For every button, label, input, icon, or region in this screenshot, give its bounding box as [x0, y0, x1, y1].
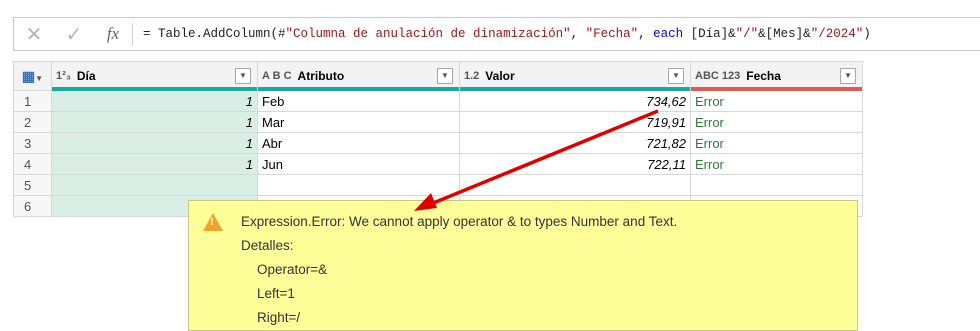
formula-bar[interactable]: ✕ ✓ fx = Table.AddColumn(#"Columna de an… — [13, 17, 980, 51]
formula-part: = Table.AddColumn(# — [143, 27, 286, 41]
row-number[interactable]: 2 — [13, 111, 52, 133]
formula-text[interactable]: = Table.AddColumn(#"Columna de anulación… — [133, 27, 871, 41]
table-icon: ▦ — [21, 67, 36, 84]
cell-dia[interactable]: 1 — [51, 111, 258, 133]
row-number[interactable]: 6 — [13, 195, 52, 217]
cell-atributo[interactable] — [257, 174, 460, 196]
cell-valor[interactable] — [459, 174, 691, 196]
cell-dia[interactable]: 1 — [51, 132, 258, 154]
column-quality-bar — [52, 87, 257, 91]
detail-operator: Operator=& — [257, 262, 328, 277]
column-label: Fecha — [746, 69, 781, 83]
formula-string: "/" — [735, 27, 759, 41]
formula-part: &[Mes]& — [758, 27, 811, 41]
cell-fecha-error[interactable] — [690, 174, 863, 196]
warning-icon: ! — [203, 213, 223, 231]
column-header-fecha[interactable]: ABC 123 Fecha ▼ — [690, 61, 863, 91]
decimal-type-icon[interactable]: 1.2 — [464, 70, 479, 82]
cell-valor[interactable]: 722,11 — [459, 153, 691, 175]
data-grid: ▦▼ 1²₃ Día ▼ A B C Atributo ▼ 1.2 Valor ▼ A… — [13, 61, 863, 217]
cell-valor[interactable]: 734,62 — [459, 90, 691, 112]
table-row: 5 — [13, 174, 863, 196]
confirm-icon[interactable]: ✓ — [54, 22, 94, 46]
row-number[interactable]: 5 — [13, 174, 52, 196]
formula-part: [Día]& — [683, 27, 736, 41]
table-menu-button[interactable]: ▦▼ — [13, 61, 52, 91]
details-label: Detalles: — [241, 238, 294, 253]
cell-valor[interactable]: 721,82 — [459, 132, 691, 154]
detail-left: Left=1 — [257, 286, 295, 301]
column-quality-bar — [460, 87, 690, 91]
filter-dropdown-icon[interactable]: ▼ — [840, 68, 856, 84]
filter-dropdown-icon[interactable]: ▼ — [668, 68, 684, 84]
formula-string: "/2024" — [810, 27, 864, 41]
cell-dia[interactable]: 1 — [51, 153, 258, 175]
column-header-atributo[interactable]: A B C Atributo ▼ — [257, 61, 460, 91]
error-tooltip: ! Expression.Error: We cannot apply oper… — [188, 200, 858, 331]
row-number[interactable]: 3 — [13, 132, 52, 154]
cell-atributo[interactable]: Feb — [257, 90, 460, 112]
table-row: 4 1 Jun 722,11 Error — [13, 153, 863, 175]
fx-icon[interactable]: fx — [94, 23, 133, 45]
formula-keyword: each — [653, 27, 684, 41]
formula-part: , — [638, 27, 654, 41]
filter-dropdown-icon[interactable]: ▼ — [235, 68, 251, 84]
formula-part: , — [570, 27, 586, 41]
row-number[interactable]: 1 — [13, 90, 52, 112]
cancel-icon[interactable]: ✕ — [14, 22, 54, 46]
filter-dropdown-icon[interactable]: ▼ — [437, 68, 453, 84]
column-quality-bar — [691, 87, 862, 91]
number-type-icon[interactable]: 1²₃ — [56, 70, 71, 82]
column-label: Valor — [485, 69, 515, 83]
cell-atributo[interactable]: Jun — [257, 153, 460, 175]
chevron-down-icon: ▼ — [35, 73, 44, 83]
cell-atributo[interactable]: Mar — [257, 111, 460, 133]
column-quality-bar — [258, 87, 459, 91]
cell-atributo[interactable]: Abr — [257, 132, 460, 154]
formula-string: "Fecha" — [585, 27, 639, 41]
cell-dia[interactable]: 1 — [51, 90, 258, 112]
table-row: 2 1 Mar 719,91 Error — [13, 111, 863, 133]
column-header-valor[interactable]: 1.2 Valor ▼ — [459, 61, 691, 91]
table-row: 1 1 Feb 734,62 Error — [13, 90, 863, 112]
cell-fecha-error[interactable]: Error — [690, 132, 863, 154]
cell-fecha-error[interactable]: Error — [690, 111, 863, 133]
text-type-icon[interactable]: A B C — [262, 70, 292, 82]
formula-string: "Columna de anulación de dinamización" — [285, 27, 571, 41]
row-number[interactable]: 4 — [13, 153, 52, 175]
cell-valor[interactable]: 719,91 — [459, 111, 691, 133]
any-type-icon[interactable]: ABC 123 — [695, 70, 740, 82]
table-row: 3 1 Abr 721,82 Error — [13, 132, 863, 154]
cell-fecha-error[interactable]: Error — [690, 90, 863, 112]
column-label: Día — [76, 69, 96, 83]
column-label: Atributo — [297, 69, 345, 83]
cell-dia[interactable] — [51, 174, 258, 196]
column-header-dia[interactable]: 1²₃ Día ▼ — [51, 61, 258, 91]
detail-right: Right=/ — [257, 310, 301, 325]
error-message: Expression.Error: We cannot apply operat… — [241, 214, 678, 229]
cell-fecha-error[interactable]: Error — [690, 153, 863, 175]
formula-part: ) — [863, 27, 871, 41]
